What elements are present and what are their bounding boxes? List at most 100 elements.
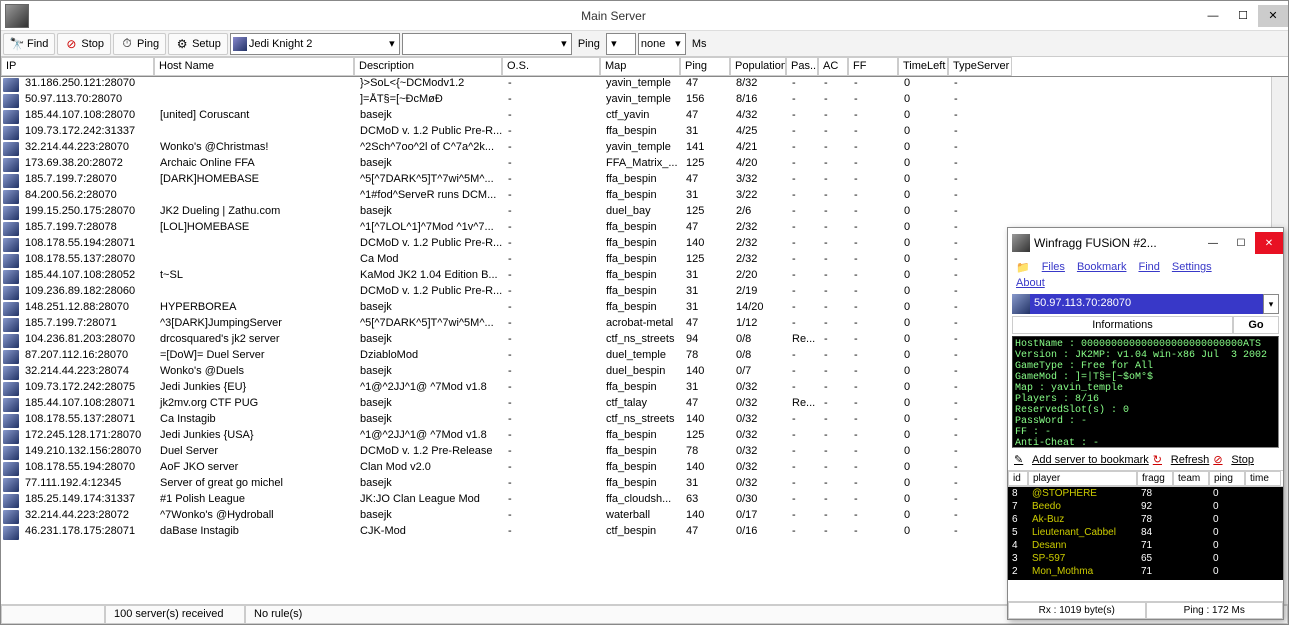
stop-link[interactable]: Stop: [1231, 454, 1254, 466]
pcol-player[interactable]: player: [1028, 471, 1137, 486]
cell-os: -: [504, 125, 602, 141]
cell-desc: ^1#fod^ServeR runs DCM...: [356, 189, 504, 205]
pcell-fragg: 78: [1137, 513, 1173, 526]
cell-time: 0: [900, 205, 950, 221]
pcell-id: 3: [1008, 552, 1028, 565]
cell-time: 0: [900, 221, 950, 237]
table-row[interactable]: 84.200.56.2:28070^1#fod^ServeR runs DCM.…: [1, 189, 1288, 205]
none-select[interactable]: none▾: [638, 33, 686, 55]
table-row[interactable]: 185.7.199.7:28070[DARK]HOMEBASE^5[^7DARK…: [1, 173, 1288, 189]
add-bookmark-link[interactable]: Add server to bookmark: [1032, 454, 1149, 466]
minimize-button[interactable]: —: [1198, 5, 1228, 27]
menu-files[interactable]: Files: [1042, 261, 1065, 274]
table-row[interactable]: 173.69.38.20:28072Archaic Online FFAbase…: [1, 157, 1288, 173]
address-dropdown[interactable]: ▾: [1263, 294, 1279, 314]
menu-bookmark[interactable]: Bookmark: [1077, 261, 1127, 274]
cell-pass: -: [788, 189, 820, 205]
cell-pop: 4/20: [732, 157, 788, 173]
maximize-button[interactable]: ☐: [1227, 232, 1255, 254]
cell-map: ctf_yavin: [602, 109, 682, 125]
table-row[interactable]: 32.214.44.223:28070Wonko's @Christmas!^2…: [1, 141, 1288, 157]
pcol-fragg[interactable]: fragg: [1137, 471, 1173, 486]
pcol-id[interactable]: id: [1008, 471, 1028, 486]
cell-pass: -: [788, 205, 820, 221]
col-desc[interactable]: Description: [354, 57, 502, 76]
clock-icon: ⏱: [120, 37, 134, 51]
pcol-time[interactable]: time: [1245, 471, 1281, 486]
table-row[interactable]: 199.15.250.175:28070JK2 Dueling | Zathu.…: [1, 205, 1288, 221]
cell-time: 0: [900, 237, 950, 253]
col-pass[interactable]: Pas...: [786, 57, 818, 76]
go-button[interactable]: Go: [1233, 316, 1279, 334]
player-row[interactable]: 2Mon_Mothma710: [1008, 565, 1283, 578]
col-ip[interactable]: IP: [1, 57, 154, 76]
col-map[interactable]: Map: [600, 57, 680, 76]
pcell-player: Ree-Yees: [1028, 578, 1137, 580]
col-host[interactable]: Host Name: [154, 57, 354, 76]
cell-map: ffa_bespin: [602, 285, 682, 301]
maximize-button[interactable]: ☐: [1228, 5, 1258, 27]
player-row[interactable]: 6Ak-Buz780: [1008, 513, 1283, 526]
player-row[interactable]: 5Lieutenant_Cabbel840: [1008, 526, 1283, 539]
col-time[interactable]: TimeLeft: [898, 57, 948, 76]
cell-os: -: [504, 461, 602, 477]
find-button[interactable]: 🔭Find: [3, 33, 55, 55]
cell-host: [156, 189, 356, 205]
pcell-player: SP-597: [1028, 552, 1137, 565]
server-icon: [3, 78, 19, 92]
cell-ff: -: [850, 109, 900, 125]
cell-ff: -: [850, 461, 900, 477]
cell-map: acrobat-metal: [602, 317, 682, 333]
pcell-fragg: 71: [1137, 539, 1173, 552]
filter-select[interactable]: ▾: [402, 33, 572, 55]
cell-desc: basejk: [356, 365, 504, 381]
cell-ip: 77.111.192.4:12345: [21, 477, 156, 493]
player-row[interactable]: 3SP-597650: [1008, 552, 1283, 565]
col-type[interactable]: TypeServer: [948, 57, 1012, 76]
tab-informations[interactable]: Informations: [1012, 316, 1233, 334]
game-select[interactable]: Jedi Knight 2▾: [230, 33, 400, 55]
player-row[interactable]: 1Ree-Yees710: [1008, 578, 1283, 580]
ping-select[interactable]: ▾: [606, 33, 636, 55]
stop-button[interactable]: ⊘Stop: [57, 33, 111, 55]
col-ac[interactable]: AC: [818, 57, 848, 76]
cell-pass: -: [788, 253, 820, 269]
cell-desc: basejk: [356, 301, 504, 317]
close-button[interactable]: ✕: [1258, 5, 1288, 27]
cell-pass: Re...: [788, 333, 820, 349]
menu-find[interactable]: Find: [1138, 261, 1159, 274]
player-list[interactable]: 8@STOPHERE7807Beedo9206Ak-Buz7805Lieuten…: [1008, 487, 1283, 580]
cell-map: ffa_bespin: [602, 429, 682, 445]
menu-about[interactable]: About: [1016, 277, 1045, 289]
cell-pop: 2/19: [732, 285, 788, 301]
refresh-link[interactable]: Refresh: [1171, 454, 1210, 466]
close-button[interactable]: ✕: [1255, 232, 1283, 254]
table-row[interactable]: 185.44.107.108:28070[united] Coruscantba…: [1, 109, 1288, 125]
pcol-ping[interactable]: ping: [1209, 471, 1245, 486]
col-ping[interactable]: Ping: [680, 57, 730, 76]
cell-pass: -: [788, 509, 820, 525]
player-row[interactable]: 4Desann710: [1008, 539, 1283, 552]
table-row[interactable]: 109.73.172.242:31337DCMoD v. 1.2 Public …: [1, 125, 1288, 141]
cell-ip: 185.7.199.7:28078: [21, 221, 156, 237]
setup-button[interactable]: ⚙Setup: [168, 33, 228, 55]
col-ff[interactable]: FF: [848, 57, 898, 76]
minimize-button[interactable]: —: [1199, 232, 1227, 254]
cell-type: -: [950, 493, 1014, 509]
pcol-team[interactable]: team: [1173, 471, 1209, 486]
cell-type: -: [950, 397, 1014, 413]
cell-ac: -: [820, 125, 850, 141]
player-row[interactable]: 7Beedo920: [1008, 500, 1283, 513]
ping-button[interactable]: ⏱Ping: [113, 33, 166, 55]
cell-ping: 31: [682, 477, 732, 493]
table-row[interactable]: 50.97.113.70:28070]=ÅT§=[~ÐcMøÐ-yavin_te…: [1, 93, 1288, 109]
game-icon: [233, 37, 247, 51]
player-row[interactable]: 8@STOPHERE780: [1008, 487, 1283, 500]
cell-map: ctf_bespin: [602, 525, 682, 541]
col-pop[interactable]: Population: [730, 57, 786, 76]
menu-settings[interactable]: Settings: [1172, 261, 1212, 274]
address-value[interactable]: 50.97.113.70:28070: [1030, 294, 1263, 314]
table-row[interactable]: 31.186.250.121:28070}>SoL<{~DCModv1.2-ya…: [1, 77, 1288, 93]
cell-ping: 78: [682, 445, 732, 461]
col-os[interactable]: O.S.: [502, 57, 600, 76]
